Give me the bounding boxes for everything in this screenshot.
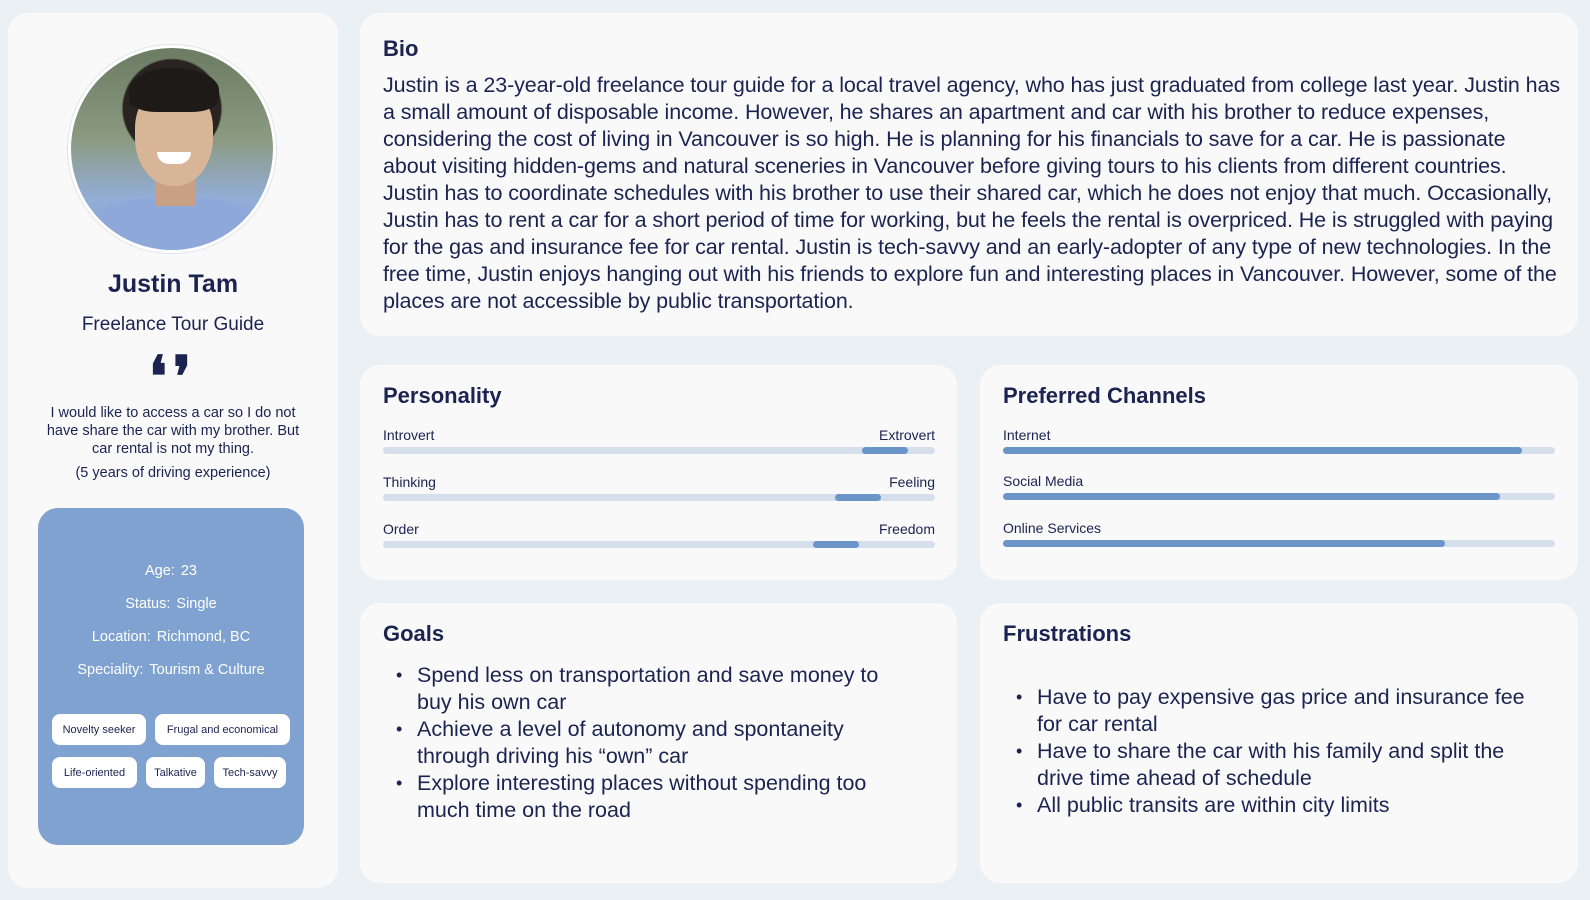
trait-slider-knob: [812, 541, 859, 548]
channel-label: Social Media: [1003, 473, 1084, 489]
trait-left-label: Introvert: [383, 427, 435, 443]
channel-label: Online Services: [1003, 520, 1102, 536]
goals-card: Goals Spend less on transportation and s…: [360, 603, 957, 883]
tag-tech-savvy: Tech-savvy: [214, 757, 286, 788]
tag-life-oriented: Life-oriented: [52, 757, 137, 788]
avatar: [68, 45, 276, 253]
personality-title: Personality: [383, 383, 502, 408]
list-item: Have to pay expensive gas price and insu…: [1003, 684, 1543, 738]
channel-label: Internet: [1003, 427, 1051, 443]
trait-slider-knob: [834, 494, 881, 501]
persona-name: Justin Tam: [107, 270, 239, 298]
info-location: Location: Richmond, BC: [91, 629, 251, 645]
channel-row: Internet: [1003, 427, 1555, 467]
frustrations-title: Frustrations: [1003, 621, 1132, 646]
channels-title: Preferred Channels: [1003, 383, 1206, 408]
trait-left-label: Thinking: [383, 474, 436, 490]
trait-row: Thinking Feeling: [383, 474, 935, 514]
frustrations-card: Frustrations Have to pay expensive gas p…: [980, 603, 1578, 883]
trait-right-label: Freedom: [878, 521, 935, 537]
bio-title: Bio: [383, 36, 419, 61]
trait-slider-track: [383, 541, 935, 548]
tag-frugal: Frugal and economical: [155, 714, 290, 745]
list-item: All public transits are within city limi…: [1003, 792, 1543, 819]
channels-card: Preferred Channels Internet Social Media…: [980, 365, 1578, 580]
list-item: Achieve a level of autonomy and spontane…: [383, 716, 903, 770]
trait-row: Introvert Extrovert: [383, 427, 935, 467]
driving-experience: (5 years of driving experience): [75, 465, 271, 481]
trait-row: Order Freedom: [383, 521, 935, 561]
frustrations-list: Have to pay expensive gas price and insu…: [1003, 684, 1543, 819]
channel-bar-fill: [1003, 540, 1445, 547]
tag-novelty-seeker: Novelty seeker: [52, 714, 146, 745]
trait-slider-track: [383, 494, 935, 501]
channel-bar-track: [1003, 540, 1555, 547]
info-status: Status: Single: [125, 596, 217, 612]
list-item: Explore interesting places without spend…: [383, 770, 903, 824]
info-speciality: Speciality: Tourism & Culture: [77, 662, 265, 678]
channel-row: Social Media: [1003, 473, 1555, 513]
list-item: Spend less on transportation and save mo…: [383, 662, 903, 716]
channel-bar-fill: [1003, 447, 1522, 454]
channel-bar-track: [1003, 493, 1555, 500]
bio-text: Justin is a 23-year-old freelance tour g…: [383, 73, 1561, 313]
trait-left-label: Order: [383, 521, 419, 537]
profile-card: Justin Tam Freelance Tour Guide ❛❜ I wou…: [8, 13, 338, 888]
trait-slider-track: [383, 447, 935, 454]
bio-card: Bio Justin is a 23-year-old freelance to…: [360, 13, 1578, 336]
persona-quote: I would like to access a car so I do not…: [46, 405, 300, 457]
channel-row: Online Services: [1003, 520, 1555, 560]
channel-bar-fill: [1003, 493, 1500, 500]
trait-slider-knob: [862, 447, 909, 454]
channel-bar-track: [1003, 447, 1555, 454]
quote-icon: ❛❜: [148, 344, 198, 410]
persona-role: Freelance Tour Guide: [81, 314, 265, 335]
goals-list: Spend less on transportation and save mo…: [383, 662, 903, 824]
goals-title: Goals: [383, 621, 445, 646]
trait-right-label: Feeling: [889, 474, 935, 490]
info-box: Age: 23 Status: Single Location: Richmond, …: [38, 508, 304, 845]
personality-card: Personality Introvert Extrovert Thinking…: [360, 365, 957, 580]
tag-talkative: Talkative: [146, 757, 205, 788]
trait-right-label: Extrovert: [878, 427, 935, 443]
list-item: Have to share the car with his family an…: [1003, 738, 1543, 792]
info-age: Age: 23: [145, 563, 197, 579]
